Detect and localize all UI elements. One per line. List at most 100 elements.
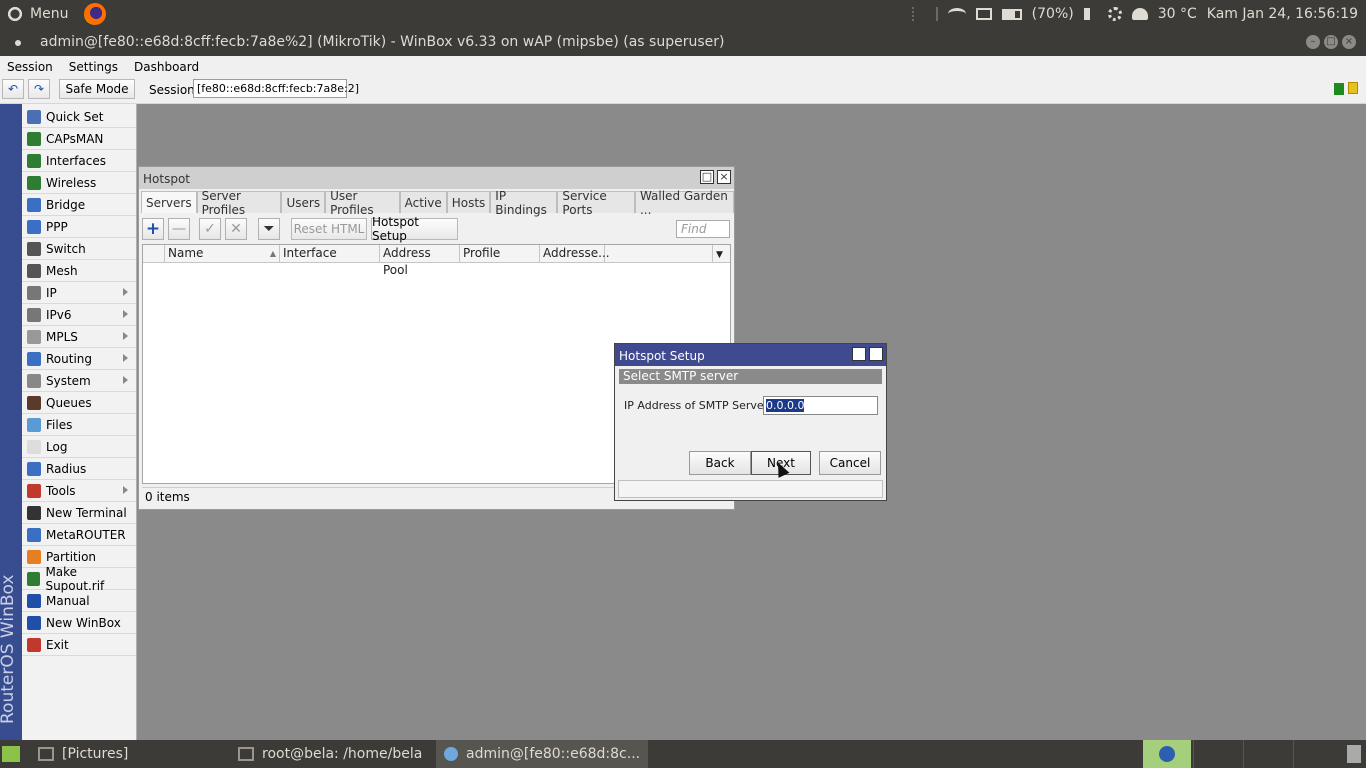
folder-icon	[38, 747, 54, 761]
tab-hosts[interactable]: Hosts	[446, 191, 491, 213]
system-menu-button[interactable]: Menu	[6, 4, 68, 24]
taskbar-item-pictures[interactable]: [Pictures]	[38, 740, 128, 768]
sidebar-item-queues[interactable]: Queues	[22, 392, 136, 414]
disable-button[interactable]: ✕	[225, 218, 247, 240]
cancel-button[interactable]: Cancel	[819, 451, 881, 475]
setup-dialog-titlebar[interactable]: Hotspot Setup □ ×	[615, 344, 886, 366]
sidebar-item-interfaces[interactable]: Interfaces	[22, 150, 136, 172]
tab-server-profiles[interactable]: Server Profiles	[196, 189, 282, 217]
filter-button[interactable]: ⏷	[258, 218, 280, 240]
minimize-icon[interactable]: –	[1306, 35, 1320, 49]
sidebar-item-mpls[interactable]: MPLS	[22, 326, 136, 348]
menu-settings[interactable]: Settings	[69, 60, 118, 74]
firefox-icon[interactable]	[84, 3, 106, 25]
tab-walled-garden[interactable]: Walled Garden ...	[634, 189, 734, 217]
reset-html-button[interactable]: Reset HTML	[291, 218, 367, 240]
radius-icon	[27, 461, 41, 476]
sidebar-item-log[interactable]: Log	[22, 436, 136, 458]
sidebar-item-new-terminal[interactable]: New Terminal	[22, 502, 136, 524]
sidebar-item-label: Interfaces	[46, 153, 106, 168]
show-desktop-button[interactable]	[2, 740, 20, 768]
columns-menu-button[interactable]: ▼	[712, 245, 730, 262]
switch-icon	[27, 241, 41, 256]
gear-icon[interactable]	[1107, 7, 1122, 21]
add-button[interactable]: +	[142, 218, 164, 240]
sidebar-item-system[interactable]: System	[22, 370, 136, 392]
tab-active[interactable]: Active	[399, 191, 447, 213]
battery-icon[interactable]	[1001, 8, 1022, 20]
lock-icon	[1348, 82, 1358, 94]
remove-button[interactable]: —	[168, 218, 190, 240]
sidebar-item-capsman[interactable]: CAPsMAN	[22, 128, 136, 150]
back-button[interactable]: Back	[689, 451, 751, 475]
clock[interactable]: Kam Jan 24, 16:56:19	[1207, 6, 1358, 22]
enable-button[interactable]: ✓	[199, 218, 221, 240]
column-address-pool[interactable]: Address Pool	[380, 245, 460, 277]
bluetooth-icon[interactable]	[928, 7, 938, 21]
column-addresses[interactable]: Addresse...	[540, 245, 610, 262]
workspace-1-button[interactable]	[1143, 740, 1191, 768]
column-select[interactable]	[143, 245, 165, 262]
close-icon[interactable]: ×	[1342, 35, 1356, 49]
menu-bar: Session Settings Dashboard	[0, 56, 1366, 77]
tab-ip-bindings[interactable]: IP Bindings	[490, 189, 558, 217]
sidebar-item-metarouter[interactable]: MetaROUTER	[22, 524, 136, 546]
taskbar-item-winbox[interactable]: admin@[fe80::e68d:8c...	[436, 740, 649, 768]
sidebar-item-ipv6[interactable]: IPv6	[22, 304, 136, 326]
sidebar-item-radius[interactable]: Radius	[22, 458, 136, 480]
volume-icon[interactable]	[1083, 8, 1098, 20]
undo-button[interactable]: ↶	[2, 79, 24, 99]
column-name[interactable]: Name ▲	[165, 245, 280, 262]
sidebar-item-label: IPv6	[46, 307, 72, 322]
wifi-icon[interactable]	[947, 8, 966, 20]
weather-icon[interactable]	[1131, 8, 1148, 20]
sidebar-item-label: New Terminal	[46, 505, 127, 520]
close-icon[interactable]: ×	[869, 347, 883, 361]
workspace-3-button[interactable]	[1243, 740, 1292, 768]
hotspot-setup-button[interactable]: Hotspot Setup	[371, 215, 458, 243]
sidebar-item-manual[interactable]: Manual	[22, 590, 136, 612]
sidebar-item-tools[interactable]: Tools	[22, 480, 136, 502]
sidebar-item-new-winbox[interactable]: New WinBox	[22, 612, 136, 634]
tab-users[interactable]: Users	[281, 191, 326, 213]
sidebar-item-label: PPP	[46, 219, 68, 234]
find-input[interactable]: Find	[676, 220, 730, 238]
sidebar-item-routing[interactable]: Routing	[22, 348, 136, 370]
sidebar-item-exit[interactable]: Exit	[22, 634, 136, 656]
terminal-icon	[27, 505, 41, 520]
menu-session[interactable]: Session	[7, 60, 53, 74]
column-interface[interactable]: Interface	[280, 245, 380, 262]
column-profile[interactable]: Profile	[460, 245, 540, 262]
smtp-ip-input[interactable]: 0.0.0.0	[763, 396, 878, 415]
maximize-icon[interactable]: □	[1324, 35, 1338, 49]
maximize-icon[interactable]: □	[852, 347, 866, 361]
sidebar-item-quick-set[interactable]: Quick Set	[22, 106, 136, 128]
tab-user-profiles[interactable]: User Profiles	[325, 189, 400, 217]
menu-dashboard[interactable]: Dashboard	[134, 60, 199, 74]
workspace-4-button[interactable]	[1293, 740, 1342, 768]
sidebar-item-bridge[interactable]: Bridge	[22, 194, 136, 216]
safe-mode-button[interactable]: Safe Mode	[59, 79, 135, 99]
sidebar-item-ip[interactable]: IP	[22, 282, 136, 304]
redo-button[interactable]: ↷	[28, 79, 50, 99]
sidebar-item-mesh[interactable]: Mesh	[22, 260, 136, 282]
submenu-arrow-icon	[123, 310, 128, 318]
sidebar-item-make-supout-rif[interactable]: Make Supout.rif	[22, 565, 136, 593]
tab-servers[interactable]: Servers	[141, 191, 197, 213]
window-title: admin@[fe80::e68d:8cff:fecb:7a8e%2] (Mik…	[40, 34, 725, 50]
close-icon[interactable]: ×	[717, 170, 731, 184]
workspace-2-button[interactable]	[1193, 740, 1242, 768]
hotspot-window-titlebar[interactable]: Hotspot □ ×	[139, 167, 734, 189]
mail-icon[interactable]	[975, 8, 992, 20]
sidebar-item-files[interactable]: Files	[22, 414, 136, 436]
sidebar-item-ppp[interactable]: PPP	[22, 216, 136, 238]
sidebar-item-label: IP	[46, 285, 57, 300]
sidebar-item-wireless[interactable]: Wireless	[22, 172, 136, 194]
trash-icon[interactable]	[1343, 740, 1365, 768]
setup-dialog-title: Hotspot Setup	[619, 349, 705, 363]
sidebar-item-switch[interactable]: Switch	[22, 238, 136, 260]
minus-icon: —	[172, 221, 186, 237]
tab-service-ports[interactable]: Service Ports	[557, 189, 635, 217]
maximize-icon[interactable]: □	[700, 170, 714, 184]
taskbar-item-terminal[interactable]: root@bela: /home/bela	[238, 740, 422, 768]
